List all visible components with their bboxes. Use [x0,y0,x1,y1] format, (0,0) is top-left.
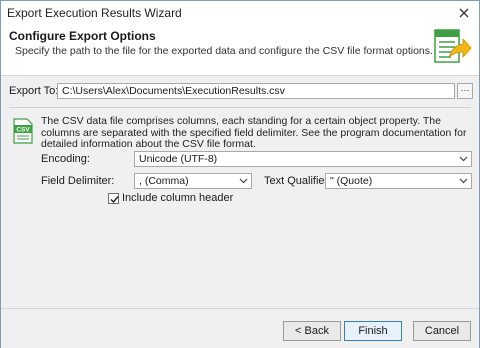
finish-button[interactable]: Finish [344,321,402,341]
page-description: Specify the path to the file for the exp… [15,45,433,57]
field-delimiter-value: , (Comma) [139,175,189,187]
encoding-label: Encoding: [41,153,90,165]
separator [9,107,471,108]
encoding-select[interactable]: Unicode (UTF-8) [134,151,472,167]
text-qualifier-value: " (Quote) [330,175,373,187]
page-title: Configure Export Options [9,29,156,43]
cancel-button[interactable]: Cancel [413,321,471,341]
chevron-down-icon [459,178,468,184]
browse-button[interactable]: ··· [457,83,473,99]
back-button[interactable]: < Back [283,321,341,341]
encoding-dropdown-button[interactable] [456,152,471,166]
text-qualifier-dropdown-button[interactable] [456,174,471,188]
export-path-input[interactable]: C:\Users\Alex\Documents\ExecutionResults… [57,83,455,99]
title-bar: Export Execution Results Wizard [1,1,479,25]
window-title: Export Execution Results Wizard [7,6,182,20]
wizard-header: Configure Export Options Specify the pat… [1,25,479,76]
chevron-down-icon [239,178,248,184]
export-wizard-icon [434,29,472,63]
close-icon [459,8,469,18]
text-qualifier-select[interactable]: " (Quote) [325,173,472,189]
include-header-label[interactable]: Include column header [122,192,233,204]
close-button[interactable] [455,4,473,22]
csv-file-icon: CSV [13,118,33,144]
include-header-checkbox[interactable] [108,193,119,204]
wizard-window: Export Execution Results Wizard Configur… [0,0,480,348]
export-to-label: Export To: [9,85,59,97]
csv-info-text: The CSV data file comprises columns, eac… [41,115,467,150]
field-delimiter-label: Field Delimiter: [41,175,115,187]
checkmark-icon [110,196,119,204]
csv-icon-text: CSV [16,127,30,134]
text-qualifier-label: Text Qualifier: [264,175,332,187]
wizard-body: Export To: C:\Users\Alex\Documents\Execu… [1,76,479,308]
wizard-footer: < Back Finish Cancel [1,308,479,348]
chevron-down-icon [459,156,468,162]
encoding-value: Unicode (UTF-8) [139,153,218,165]
field-delimiter-select[interactable]: , (Comma) [134,173,252,189]
field-delimiter-dropdown-button[interactable] [236,174,251,188]
